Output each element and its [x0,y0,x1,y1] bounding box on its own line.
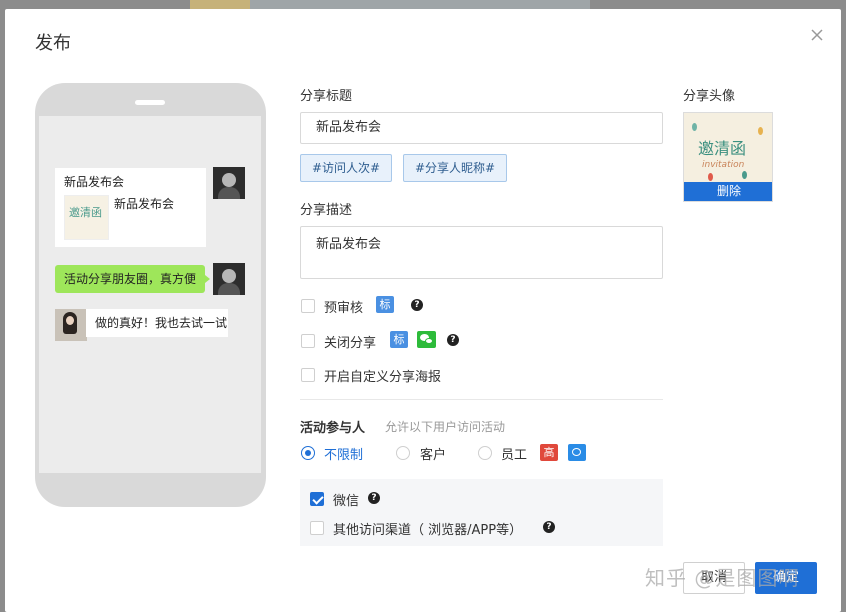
share-card-desc: 新品发布会 [114,197,175,211]
radio-unlimited[interactable] [301,446,315,460]
phone-preview: 新品发布会 邀清函 新品发布会 活动分享朋友圈，真方便 做的真好！我也去试一试 [35,83,266,507]
phone-speaker [135,100,165,105]
share-avatar-image[interactable]: 邀清函 invitation 删除 [683,112,773,202]
thumbnail-text: 邀清函 [69,206,102,219]
avatar-art-subtext: invitation [702,160,745,170]
tag-badge-icon: 标 [390,331,408,348]
phone-screen: 新品发布会 邀清函 新品发布会 活动分享朋友圈，真方便 做的真好！我也去试一试 [39,116,261,473]
delete-avatar-button[interactable]: 删除 [684,182,772,201]
share-card-preview: 新品发布会 邀清函 新品发布会 [55,168,206,247]
help-icon[interactable]: ? [543,521,555,533]
share-desc-textarea[interactable]: 新品发布会 [300,226,663,279]
wechat-channel-label: 微信 [333,494,360,509]
share-card-thumbnail: 邀清函 [64,195,109,240]
wechat-icon [417,331,436,348]
help-icon[interactable]: ? [447,334,459,346]
channel-options-panel: 微信 ? 其他访问渠道（ 浏览器/APP等） ? [300,479,663,546]
wechat-channel-checkbox[interactable] [310,492,324,506]
share-desc-label: 分享描述 [300,203,353,218]
tag-visit-count-button[interactable]: #访问人次# [300,154,393,182]
tag-badge-icon: 标 [376,296,394,313]
chat-bubble-sent: 活动分享朋友圈，真方便 [55,265,210,293]
pre-review-label: 预审核 [324,301,364,316]
user-avatar [213,263,245,295]
close-share-checkbox[interactable] [301,334,315,348]
radio-unlimited-label: 不限制 [324,448,364,463]
radio-employee[interactable] [478,446,492,460]
custom-poster-checkbox[interactable] [301,368,315,382]
publish-dialog: 发布 新品发布会 邀清函 新品发布会 活动分享朋友圈，真方便 做的真好！我也去试… [5,9,841,612]
user-avatar [213,167,245,199]
share-avatar-label: 分享头像 [683,89,736,104]
chat-bubble-reply: 做的真好！我也去试一试 [86,309,228,337]
help-icon[interactable]: ? [411,299,423,311]
participants-hint: 允许以下用户访问活动 [385,420,506,434]
share-card-title: 新品发布会 [64,175,125,189]
watermark: 知乎 @是图图啊 [645,566,800,590]
close-share-label: 关闭分享 [324,336,377,351]
pre-review-checkbox[interactable] [301,299,315,313]
avatar-art-text: 邀清函 [698,139,747,158]
radio-employee-label: 员工 [501,448,528,463]
dialog-title: 发布 [35,33,71,54]
help-icon[interactable]: ? [368,492,380,504]
radio-customer[interactable] [396,446,410,460]
advanced-badge-icon: 高 [540,444,558,461]
other-channels-checkbox[interactable] [310,521,324,535]
close-icon[interactable] [809,27,825,43]
radio-customer-label: 客户 [420,448,447,463]
participants-label: 活动参与人 [300,421,366,436]
tag-sharer-nickname-button[interactable]: #分享人昵称# [403,154,508,182]
share-title-label: 分享标题 [300,89,353,104]
divider [300,399,663,400]
friend-avatar [55,309,87,341]
enterprise-chat-icon [568,444,586,461]
custom-poster-label: 开启自定义分享海报 [324,370,442,385]
share-title-input[interactable]: 新品发布会 [300,112,663,144]
other-channels-label: 其他访问渠道（ 浏览器/APP等） [333,523,523,538]
